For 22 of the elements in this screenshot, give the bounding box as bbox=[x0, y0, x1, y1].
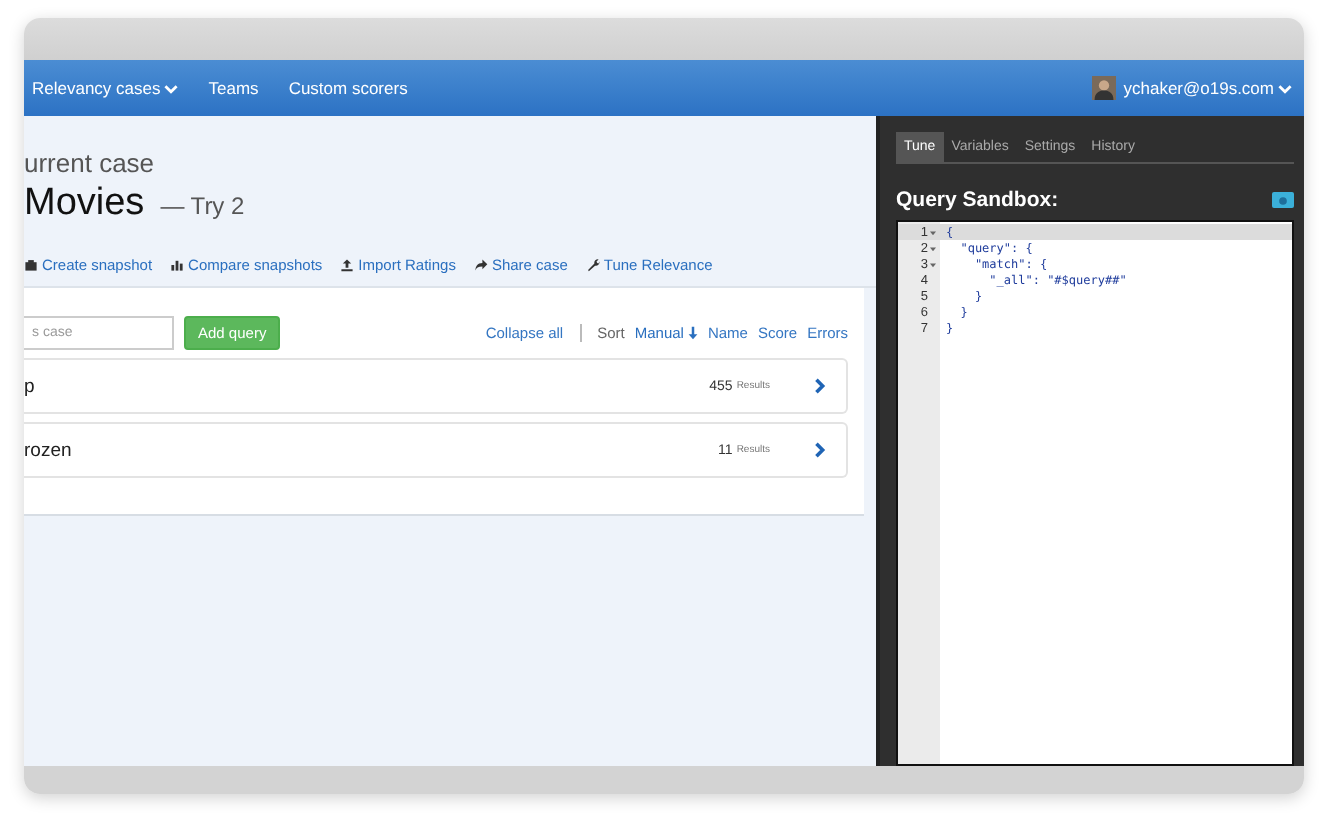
fold-arrow-icon[interactable] bbox=[930, 245, 936, 251]
case-name: Movies bbox=[24, 182, 145, 226]
user-menu[interactable]: ychaker@o19s.com bbox=[1091, 76, 1292, 100]
nav-link[interactable]: Teams bbox=[208, 78, 259, 98]
nav-link[interactable]: Custom scorers bbox=[288, 78, 408, 98]
share-icon bbox=[473, 258, 488, 272]
fold-arrow-icon[interactable] bbox=[930, 261, 936, 267]
wrench-icon bbox=[585, 258, 600, 272]
avatar-icon bbox=[1091, 76, 1116, 100]
chevron-right-icon[interactable] bbox=[814, 378, 826, 394]
chevron-right-icon[interactable] bbox=[814, 442, 826, 458]
try-label: — Try 2 bbox=[160, 192, 245, 220]
sandbox-title: Query Sandbox: bbox=[896, 188, 1059, 212]
chart-icon bbox=[170, 258, 185, 272]
nav-link[interactable]: Relevancy cases bbox=[32, 78, 179, 98]
arrow-down-icon bbox=[687, 326, 698, 340]
fold-arrow-icon[interactable] bbox=[930, 229, 936, 235]
camera-icon bbox=[24, 258, 38, 272]
query-text: rozen bbox=[24, 439, 74, 461]
case-heading: urrent case bbox=[24, 150, 157, 178]
upload-icon bbox=[340, 258, 355, 272]
query-text: p bbox=[24, 375, 37, 397]
